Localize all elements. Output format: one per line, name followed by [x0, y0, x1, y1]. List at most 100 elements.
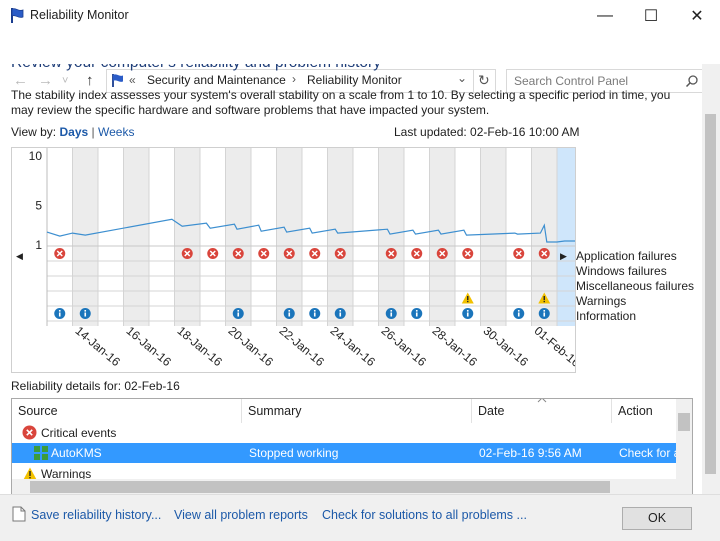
- legend-windows-failures: Windows failures: [576, 264, 667, 278]
- selected-day-column: [557, 148, 575, 326]
- group-warnings[interactable]: Warnings: [12, 465, 676, 479]
- warning-icon: [467, 300, 469, 303]
- title-bar: Reliability Monitor — ☐ ✕: [0, 0, 720, 32]
- day-column: [302, 148, 328, 326]
- day-column: [327, 148, 353, 326]
- day-column: [480, 148, 506, 326]
- maximize-button[interactable]: ☐: [628, 0, 674, 32]
- information-icon: [466, 310, 469, 312]
- view-weeks-link[interactable]: Weeks: [98, 125, 134, 139]
- document-icon: [12, 506, 26, 522]
- information-icon: [517, 312, 520, 317]
- information-icon: [517, 310, 520, 312]
- information-icon: [84, 310, 87, 312]
- intro-text: The stability index assesses your system…: [11, 88, 671, 117]
- x-tick-label: 28-Jan-16: [430, 324, 481, 370]
- information-icon: [543, 312, 546, 317]
- legend-miscellaneous-failures: Miscellaneous failures: [576, 279, 695, 293]
- information-icon: [288, 310, 291, 312]
- reliability-details-list[interactable]: Source Summary Date Action Critical even…: [11, 398, 693, 496]
- list-vertical-scrollbar[interactable]: [676, 399, 692, 495]
- day-column: [72, 148, 98, 326]
- group-critical-events[interactable]: Critical events: [12, 423, 676, 443]
- x-tick-label: 16-Jan-16: [124, 324, 175, 370]
- day-column: [251, 148, 277, 326]
- day-column: [506, 148, 532, 326]
- day-column: [98, 148, 124, 326]
- ok-button[interactable]: OK: [622, 507, 692, 530]
- warning-icon: [23, 467, 37, 479]
- x-tick-label: 24-Jan-16: [328, 324, 379, 370]
- row-summary: Stopped working: [249, 446, 339, 460]
- information-icon: [339, 310, 342, 312]
- error-icon: [22, 425, 37, 440]
- view-days-link[interactable]: Days: [59, 125, 88, 139]
- information-icon: [390, 312, 393, 317]
- last-updated-text: Last updated: 02-Feb-16 10:00 AM: [394, 125, 580, 139]
- x-tick-label: 30-Jan-16: [481, 324, 532, 370]
- scroll-chart-right-button[interactable]: ▶: [560, 251, 567, 262]
- information-icon: [84, 312, 87, 317]
- y-tick-label: 10: [29, 149, 43, 163]
- row-source: AutoKMS: [51, 446, 102, 460]
- x-tick-label: 18-Jan-16: [175, 324, 226, 370]
- close-button[interactable]: ✕: [674, 0, 720, 32]
- information-icon: [313, 312, 316, 317]
- day-column: [123, 148, 149, 326]
- information-icon: [390, 310, 393, 312]
- information-icon: [466, 312, 469, 317]
- x-tick-label: 14-Jan-16: [73, 324, 124, 370]
- table-row[interactable]: AutoKMS Stopped working 02-Feb-16 9:56 A…: [12, 443, 680, 463]
- information-icon: [543, 310, 546, 312]
- day-column: [174, 148, 200, 326]
- save-reliability-history-link[interactable]: Save reliability history...: [31, 508, 161, 522]
- day-column: [149, 148, 175, 326]
- column-header-summary[interactable]: Summary: [242, 399, 472, 423]
- y-tick-label: 5: [35, 198, 42, 212]
- day-column: [404, 148, 430, 326]
- information-icon: [339, 312, 342, 317]
- day-column: [378, 148, 404, 326]
- scroll-thumb[interactable]: [678, 413, 690, 431]
- warning-icon: [543, 300, 545, 303]
- sort-ascending-icon: [537, 399, 547, 403]
- view-by-label: View by:: [11, 125, 57, 139]
- y-tick-label: 1: [35, 238, 42, 252]
- x-tick-label: 20-Jan-16: [226, 324, 277, 370]
- group-label: Critical events: [41, 426, 117, 440]
- information-icon: [415, 310, 418, 312]
- group-label: Warnings: [41, 467, 92, 479]
- information-icon: [313, 310, 316, 312]
- scroll-chart-left-button[interactable]: ◀: [16, 251, 23, 262]
- scroll-thumb[interactable]: [30, 481, 610, 493]
- view-by-row: View by: Days | Weeks: [11, 125, 134, 139]
- view-all-problem-reports-link[interactable]: View all problem reports: [174, 508, 308, 522]
- day-column: [47, 148, 73, 326]
- day-column: [225, 148, 251, 326]
- row-date: 02-Feb-16 9:56 AM: [479, 446, 582, 460]
- information-icon: [58, 312, 61, 317]
- page-heading: Review your computer's reliability and p…: [11, 64, 381, 72]
- row-action[interactable]: Check for a: [619, 446, 680, 460]
- legend-information: Information: [576, 309, 637, 323]
- minimize-button[interactable]: —: [582, 0, 628, 32]
- warning-icon: [467, 296, 469, 300]
- information-icon: [237, 312, 240, 317]
- legend-warnings: Warnings: [576, 294, 627, 308]
- x-tick-label: 01-Feb-16: [532, 324, 576, 371]
- day-column: [429, 148, 455, 326]
- check-for-solutions-link[interactable]: Check for solutions to all problems ...: [322, 508, 527, 522]
- column-header-action[interactable]: Action: [612, 399, 676, 423]
- flag-icon: [11, 8, 24, 23]
- legend-application-failures: Application failures: [576, 249, 677, 263]
- x-tick-label: 26-Jan-16: [379, 324, 430, 370]
- warning-icon: [543, 296, 545, 300]
- details-label: Reliability details for: 02-Feb-16: [11, 379, 180, 393]
- day-column: [276, 148, 302, 326]
- reliability-chart[interactable]: 10 5 1 14-Jan-16 16-Jan-16 18-Jan-16 20-Jan-16…: [11, 147, 576, 373]
- view-separator: |: [91, 125, 95, 139]
- window-title: Reliability Monitor: [30, 8, 129, 22]
- column-header-source[interactable]: Source: [12, 399, 242, 423]
- scroll-thumb[interactable]: [705, 114, 716, 474]
- x-tick-label: 22-Jan-16: [277, 324, 328, 370]
